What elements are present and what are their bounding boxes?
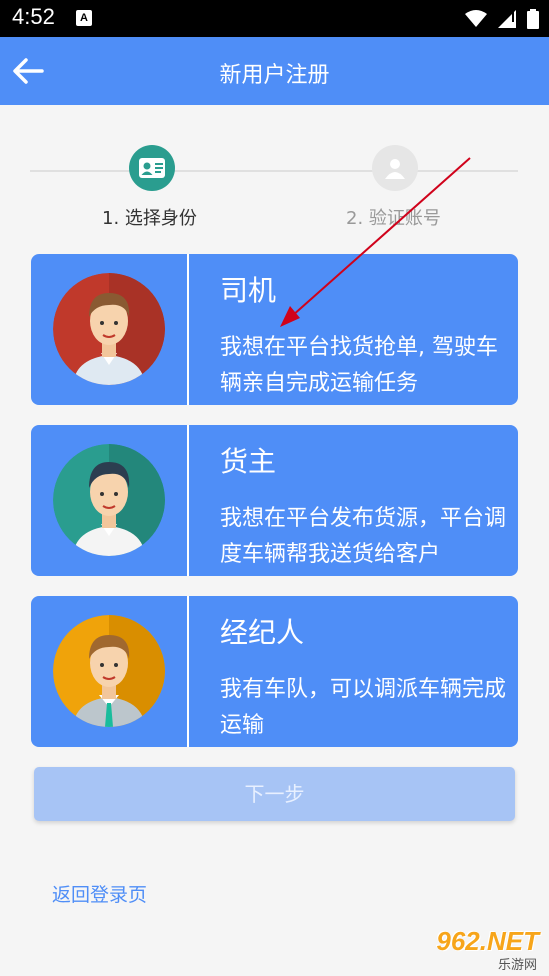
- role-card-broker[interactable]: 经纪人 我有车队，可以调派车辆完成运输: [31, 596, 518, 747]
- notification-icon: A: [76, 10, 92, 26]
- stepper-line: [30, 170, 518, 172]
- shipper-avatar: [53, 444, 165, 556]
- step-2-label: 2. 验证账号: [346, 208, 441, 229]
- role-card-shipper[interactable]: 货主 我想在平台发布货源，平台调度车辆帮我送货给客户: [31, 425, 518, 576]
- watermark-logo: 962.NET 乐游网: [414, 920, 549, 976]
- wifi-icon: [464, 9, 487, 27]
- role-title: 货主: [220, 445, 277, 478]
- role-description: 我想在平台发布货源，平台调度车辆帮我送货给客户: [220, 506, 507, 567]
- card-divider: [187, 425, 189, 576]
- role-title: 经纪人: [220, 616, 305, 649]
- step-1-label: 1. 选择身份: [102, 208, 197, 229]
- status-time: 4:52: [12, 4, 55, 29]
- step-1-indicator: [129, 145, 175, 191]
- card-divider: [187, 596, 189, 747]
- next-step-button[interactable]: 下一步: [34, 767, 515, 821]
- driver-avatar: [53, 273, 165, 385]
- watermark-brand: 962.NET: [436, 926, 539, 956]
- card-divider: [187, 254, 189, 405]
- battery-icon: [527, 8, 539, 29]
- broker-avatar: [53, 615, 165, 727]
- role-description: 我想在平台找货抢单, 驾驶车辆亲自完成运输任务: [220, 335, 498, 396]
- status-icons: [459, 8, 539, 29]
- id-card-icon: [139, 158, 165, 178]
- watermark-sub: 乐游网: [497, 958, 537, 973]
- page-title: 新用户注册: [219, 63, 330, 88]
- step-2-indicator: [372, 145, 418, 191]
- back-to-login-link[interactable]: 返回登录页: [52, 880, 147, 907]
- role-card-driver[interactable]: 司机 我想在平台找货抢单, 驾驶车辆亲自完成运输任务: [31, 254, 518, 405]
- role-title: 司机: [220, 274, 277, 307]
- app-bar: 新用户注册: [0, 37, 549, 105]
- status-bar: 4:52 A: [0, 0, 549, 37]
- user-icon: [385, 159, 405, 179]
- role-description: 我有车队，可以调派车辆完成运输: [220, 677, 507, 738]
- signal-icon: [497, 9, 516, 28]
